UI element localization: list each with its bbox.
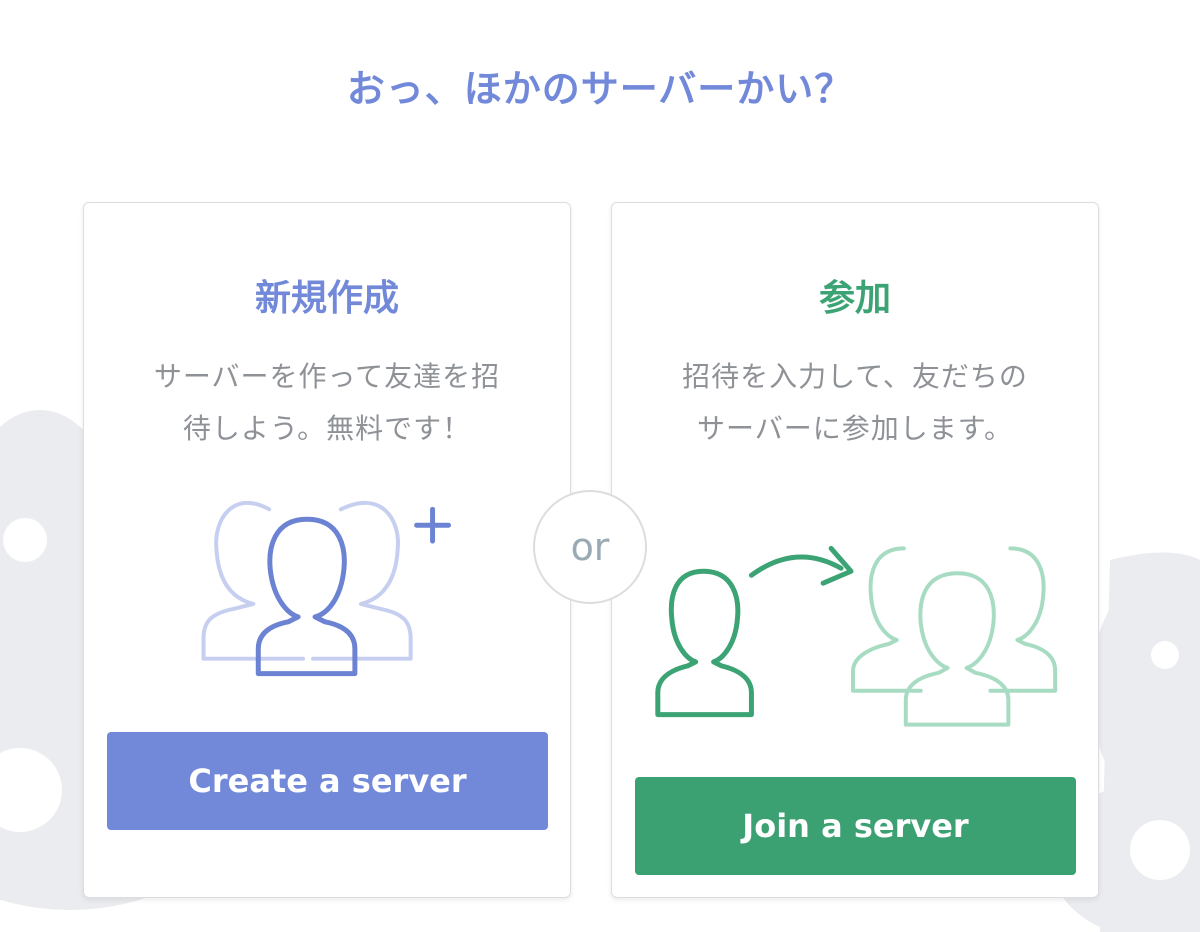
page-title: おっ、ほかのサーバーかい？: [346, 67, 854, 111]
create-server-card: 新規作成 サーバーを作って友達を招待しよう。無料です！ Create a ser…: [83, 202, 571, 898]
join-heading: 参加: [818, 278, 891, 319]
create-heading: 新規作成: [254, 278, 399, 319]
join-server-card: 参加 招待を入力して、友だちのサーバーに参加します。 Join a server: [611, 202, 1099, 898]
join-group-icon: [655, 545, 1058, 727]
create-description: サーバーを作って友達を招待しよう。無料です！: [153, 360, 501, 445]
create-server-button[interactable]: Create a server: [107, 732, 548, 830]
group-add-icon: [201, 501, 451, 677]
join-server-button[interactable]: Join a server: [635, 777, 1076, 875]
or-divider: or: [533, 490, 647, 604]
join-description: 招待を入力して、友だちのサーバーに参加します。: [682, 360, 1028, 445]
